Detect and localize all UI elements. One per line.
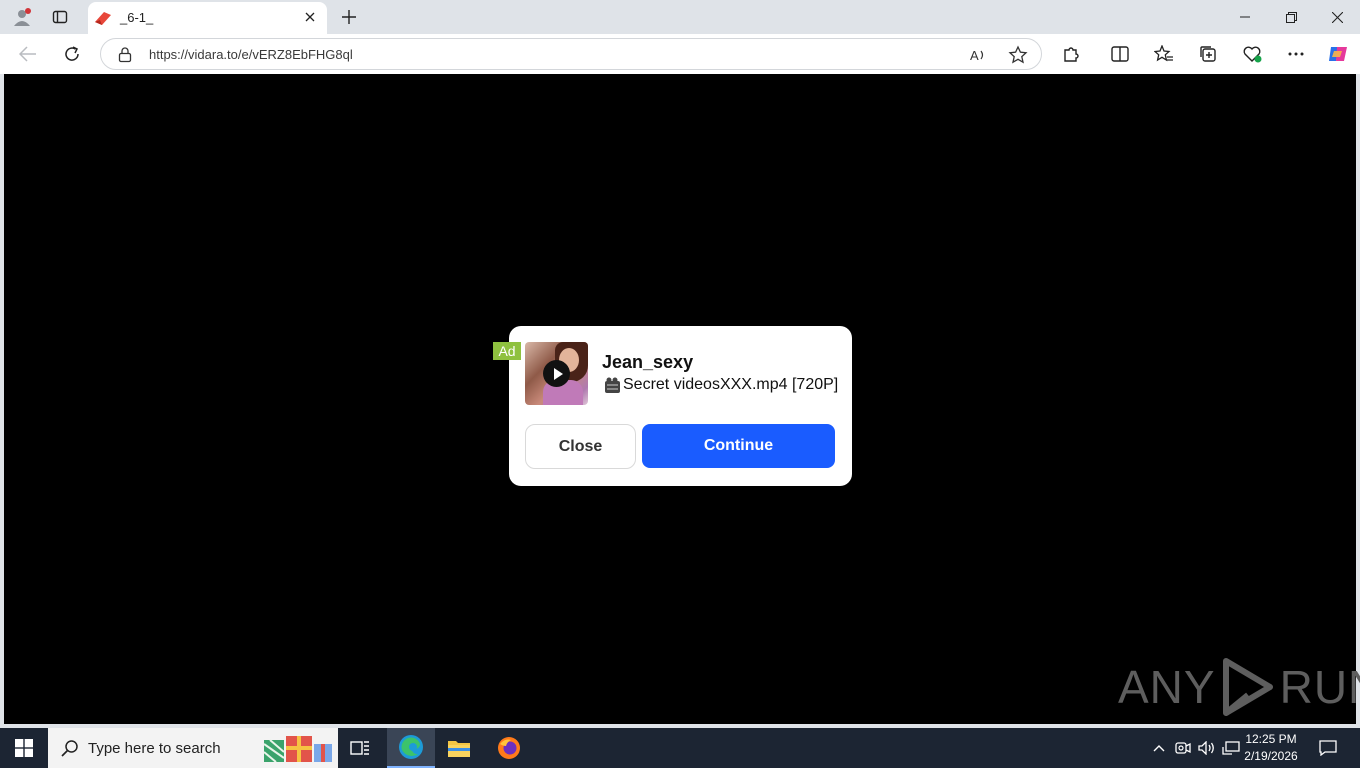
search-placeholder: Type here to search: [88, 740, 221, 757]
volume-button[interactable]: [1196, 728, 1218, 768]
taskbar-firefox[interactable]: [485, 728, 533, 768]
ad-close-button[interactable]: Close: [525, 424, 636, 469]
tab-actions-icon: [52, 10, 68, 24]
refresh-button[interactable]: [57, 40, 87, 68]
minimize-icon: [1240, 16, 1250, 18]
film-camera-icon: [605, 377, 620, 393]
taskbar: Type here to search 12:25 PM 2/19/2026: [0, 728, 1360, 768]
back-button[interactable]: [13, 40, 43, 68]
more-dots-icon: [1288, 52, 1304, 56]
speaker-icon: [1198, 741, 1214, 755]
screen: _6-1_ https://vidara.to/e/vERZ8EbFHG8ql: [0, 0, 1360, 768]
more-menu-button[interactable]: [1281, 40, 1311, 68]
split-screen-button[interactable]: [1105, 40, 1135, 68]
window-close-button[interactable]: [1314, 0, 1360, 34]
tab-strip: _6-1_: [0, 0, 1360, 34]
chevron-up-icon: [1153, 745, 1165, 752]
svg-text:A: A: [970, 48, 979, 63]
taskbar-edge[interactable]: [387, 728, 435, 768]
windows-logo-icon: [15, 739, 33, 757]
watermark-right: RUN: [1279, 661, 1360, 713]
browser-essentials-button[interactable]: [1237, 40, 1267, 68]
action-center-button[interactable]: [1312, 728, 1344, 768]
clock-time: 12:25 PM: [1245, 732, 1297, 746]
network-button[interactable]: [1220, 728, 1242, 768]
task-view-button[interactable]: [336, 728, 384, 768]
favorites-button[interactable]: [1149, 40, 1179, 68]
folder-icon: [448, 741, 470, 757]
extensions-button[interactable]: [1056, 40, 1086, 68]
taskbar-clock[interactable]: 12:25 PM 2/19/2026: [1240, 731, 1302, 765]
tab-actions-button[interactable]: [46, 4, 74, 30]
ad-sender-name: Jean_sexy: [602, 352, 694, 372]
ad-thumbnail[interactable]: [525, 342, 588, 405]
browser-toolbar: https://vidara.to/e/vERZ8EbFHG8ql A: [0, 34, 1360, 74]
new-tab-button[interactable]: [336, 4, 362, 30]
meet-now-button[interactable]: [1172, 728, 1194, 768]
profile-icon: [14, 8, 31, 26]
active-tab[interactable]: _6-1_: [88, 2, 327, 34]
play-icon[interactable]: [543, 360, 570, 387]
start-button[interactable]: [0, 728, 48, 768]
notification-icon: [1319, 740, 1337, 756]
edge-browser-icon: [399, 735, 423, 759]
taskbar-search[interactable]: Type here to search: [48, 728, 338, 768]
favorites-icon: [1154, 45, 1173, 62]
show-hidden-icons-button[interactable]: [1148, 728, 1170, 768]
ad-continue-button[interactable]: Continue: [642, 424, 835, 468]
page-frame-right: [1356, 74, 1360, 728]
back-arrow-icon: [19, 46, 36, 62]
split-screen-icon: [1111, 46, 1129, 62]
heart-pulse-icon: [1243, 46, 1262, 63]
minimize-button[interactable]: [1222, 0, 1268, 34]
restore-icon: [1285, 11, 1297, 23]
copilot-icon: [1329, 47, 1347, 61]
anyrun-watermark: ANY RUN: [1118, 655, 1360, 719]
task-view-icon: [350, 741, 369, 755]
close-icon: [305, 12, 315, 22]
network-icon: [1222, 741, 1240, 755]
close-icon: [1331, 11, 1343, 23]
refresh-icon: [65, 46, 79, 61]
watermark-left: ANY: [1118, 661, 1216, 713]
play-arrow-logo-icon: [1222, 658, 1273, 716]
url-text[interactable]: https://vidara.to/e/vERZ8EbFHG8ql: [149, 47, 353, 62]
search-icon: [61, 740, 78, 757]
ad-file-name: Secret videosXXX.mp4 [720P]: [623, 376, 839, 393]
gift-boxes-icon: [263, 736, 332, 762]
ad-file-line: Secret videosXXX.mp4 [720P]: [604, 376, 838, 394]
collections-button[interactable]: [1193, 40, 1223, 68]
puzzle-icon: [1064, 47, 1079, 62]
lock-icon: [118, 47, 132, 63]
plus-icon: [342, 10, 356, 24]
address-bar[interactable]: https://vidara.to/e/vERZ8EbFHG8ql A: [100, 38, 1042, 70]
firefox-icon: [498, 737, 520, 759]
tab-favicon-icon: [95, 12, 111, 25]
taskbar-file-explorer[interactable]: [435, 728, 483, 768]
camera-icon: [1175, 742, 1191, 754]
collections-icon: [1200, 46, 1216, 62]
favorite-star-icon[interactable]: [1008, 45, 1028, 65]
copilot-button[interactable]: [1323, 40, 1353, 68]
tab-close-button[interactable]: [301, 8, 319, 26]
read-aloud-icon[interactable]: A: [969, 46, 987, 64]
profile-button[interactable]: [8, 4, 36, 30]
ad-badge: Ad: [493, 342, 521, 360]
clock-date: 2/19/2026: [1244, 749, 1298, 763]
tab-title: _6-1_: [120, 10, 154, 25]
restore-button[interactable]: [1268, 0, 1314, 34]
